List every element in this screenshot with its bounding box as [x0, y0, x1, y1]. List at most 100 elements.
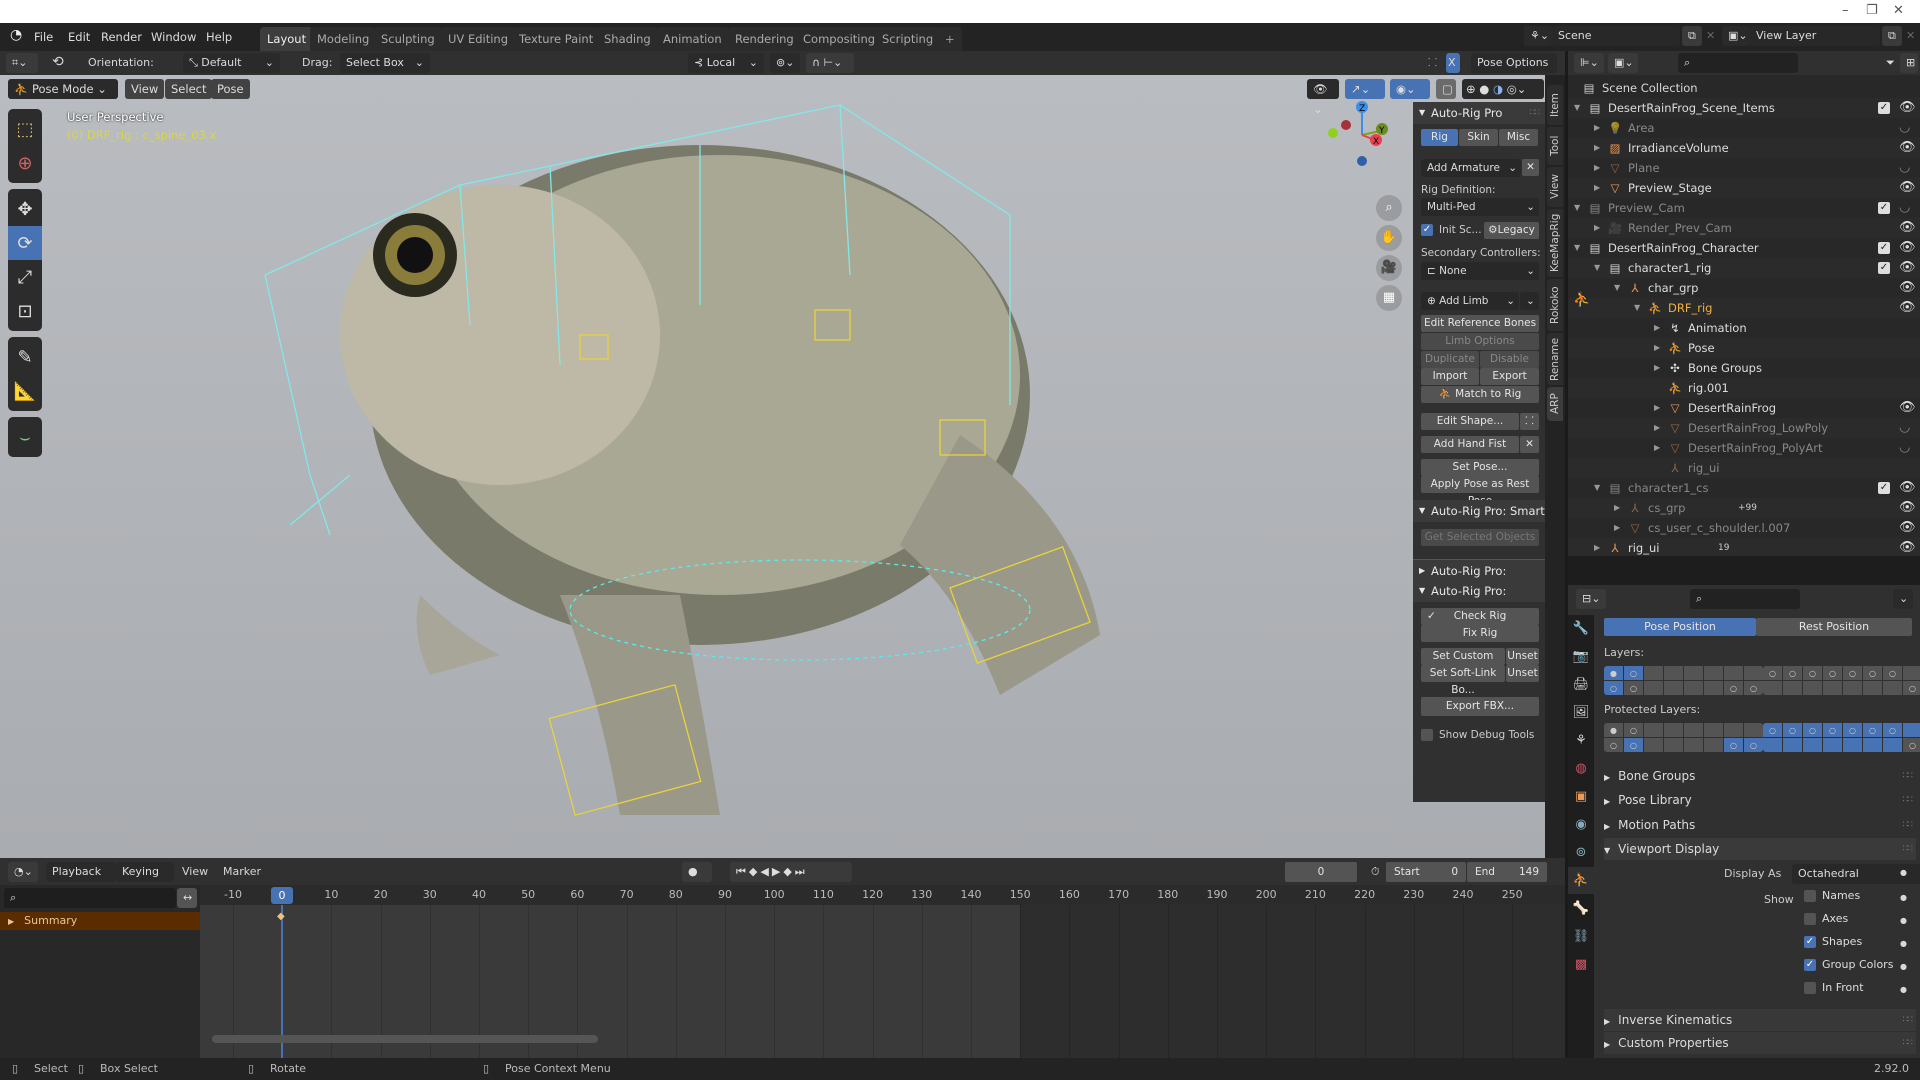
- camera-view-icon[interactable]: 🎥: [1376, 255, 1402, 281]
- expand-arrow-icon[interactable]: ▶: [1594, 138, 1600, 158]
- exclude-checkbox[interactable]: ✓: [1878, 102, 1890, 114]
- remove-hand-fist-icon[interactable]: ✕: [1520, 436, 1539, 453]
- check-rig-button[interactable]: ✓ Check Rig: [1421, 608, 1539, 625]
- summary-channel[interactable]: ▶ Summary: [0, 912, 200, 930]
- layer-toggle[interactable]: [1763, 681, 1782, 695]
- menu-help[interactable]: Help: [206, 30, 232, 44]
- collapse-arrow-icon[interactable]: ▼: [1594, 258, 1600, 278]
- outliner-row[interactable]: ▶ ⛹ Pose: [1568, 338, 1920, 358]
- expand-arrow-icon[interactable]: ▶: [1654, 338, 1660, 358]
- keyframe-dot-icon[interactable]: ●: [1900, 868, 1907, 877]
- maximize-button[interactable]: ❐: [1866, 3, 1878, 18]
- outliner-row[interactable]: ▶ ✣ Bone Groups: [1568, 358, 1920, 378]
- side-tab-arp[interactable]: ARP: [1547, 387, 1563, 421]
- collapse-arrow-icon[interactable]: ▼: [1574, 198, 1580, 218]
- exclude-checkbox[interactable]: ✓: [1878, 482, 1890, 494]
- layer-toggle[interactable]: [1744, 723, 1763, 737]
- outliner-row[interactable]: ▶ ⅄ rig_ui 19 👁: [1568, 538, 1920, 558]
- properties-editor-type-icon[interactable]: ⊟⌄: [1576, 589, 1606, 609]
- pivot-dropdown[interactable]: ⊰ Local ⌄: [688, 53, 764, 73]
- x-mirror-toggle[interactable]: X: [1446, 53, 1460, 73]
- layer-toggle[interactable]: [1883, 738, 1902, 752]
- layer-toggle[interactable]: ○: [1823, 666, 1842, 680]
- layer-toggle[interactable]: [1704, 681, 1723, 695]
- eye-icon[interactable]: 👁: [1899, 518, 1916, 538]
- properties-search-input[interactable]: ⌕: [1690, 589, 1800, 609]
- layer-toggle[interactable]: ○: [1803, 723, 1822, 737]
- outliner-row[interactable]: ▼ ▤ DesertRainFrog_Scene_Items ✓ 👁: [1568, 98, 1920, 118]
- layer-toggle[interactable]: [1903, 723, 1920, 737]
- layer-toggle[interactable]: [1704, 738, 1723, 752]
- layer-toggle[interactable]: ○: [1604, 738, 1623, 752]
- section-inverse-kinematics[interactable]: ▶ Inverse Kinematics ∷∷: [1604, 1009, 1916, 1031]
- match-to-rig-button[interactable]: ⛹ Match to Rig: [1421, 386, 1539, 403]
- layer-toggle[interactable]: [1644, 738, 1663, 752]
- show-option-checkbox[interactable]: Axes: [1804, 912, 1848, 925]
- eye-icon[interactable]: 👁: [1899, 258, 1916, 278]
- scene-selector-icon[interactable]: ⚘⌄: [1524, 26, 1552, 46]
- drag-grip-icon[interactable]: ∷∷: [1903, 1009, 1914, 1031]
- keyframe-diamond-icon[interactable]: ◆: [277, 911, 285, 922]
- drag-grip-icon[interactable]: ∷∷: [1903, 789, 1914, 811]
- delete-view-layer-icon[interactable]: ✕: [1906, 29, 1915, 42]
- tab-modeling[interactable]: Modeling: [310, 27, 377, 51]
- eye-closed-icon[interactable]: ◡: [1899, 158, 1910, 178]
- show-debug-tools-checkbox[interactable]: Show Debug Tools: [1421, 729, 1534, 741]
- armature-data-properties-icon[interactable]: ⛹: [1568, 867, 1594, 894]
- transform-pivot-icon[interactable]: ⟲: [52, 54, 64, 70]
- layer-toggle[interactable]: ○: [1724, 738, 1743, 752]
- layer-toggle[interactable]: ○: [1763, 723, 1782, 737]
- side-tab-rokoko[interactable]: Rokoko: [1547, 279, 1563, 331]
- frog-model[interactable]: [0, 75, 1545, 858]
- eye-icon[interactable]: 👁: [1899, 278, 1916, 298]
- layer-toggle[interactable]: [1783, 738, 1802, 752]
- tab-layout[interactable]: Layout: [260, 27, 314, 51]
- expand-arrow-icon[interactable]: ▶: [1594, 218, 1600, 238]
- playback-menu[interactable]: Playback ⌄: [46, 862, 116, 898]
- side-tab-rename[interactable]: Rename: [1547, 333, 1563, 385]
- show-option-checkbox[interactable]: Names: [1804, 889, 1860, 902]
- add-hand-fist-button[interactable]: Add Hand Fist: [1421, 436, 1519, 453]
- menu-edit[interactable]: Edit: [68, 30, 90, 44]
- disable-button[interactable]: Disable: [1480, 351, 1539, 368]
- eye-closed-icon[interactable]: ◡: [1899, 438, 1910, 458]
- expand-arrow-icon[interactable]: ▶: [1594, 538, 1600, 558]
- layer-toggle[interactable]: ○: [1624, 681, 1643, 695]
- world-properties-icon[interactable]: ◍: [1568, 755, 1594, 782]
- outliner-row[interactable]: ▶ ▽ Preview_Stage 👁: [1568, 178, 1920, 198]
- play-icon[interactable]: ▶: [772, 865, 783, 878]
- show-option-checkbox[interactable]: ✓ Shapes: [1804, 935, 1862, 948]
- section-pose-library[interactable]: ▶ Pose Library ∷∷: [1604, 789, 1916, 811]
- eye-icon[interactable]: 👁: [1899, 538, 1916, 558]
- layer-toggle[interactable]: ○: [1624, 738, 1643, 752]
- delete-scene-icon[interactable]: ✕: [1706, 29, 1715, 42]
- secondary-controllers-dropdown[interactable]: ⊏ None ⌄: [1421, 262, 1539, 280]
- keyframe-dot-icon[interactable]: ●: [1900, 939, 1907, 948]
- layer-toggle[interactable]: [1644, 666, 1663, 680]
- view-layer-field[interactable]: View Layer: [1750, 26, 1880, 46]
- outliner-row[interactable]: ▼ ▤ DesertRainFrog_Character ✓ 👁: [1568, 238, 1920, 258]
- layer-toggle[interactable]: ○: [1863, 723, 1882, 737]
- pose-options-dropdown[interactable]: Pose Options ⌄: [1471, 53, 1557, 89]
- layer-toggle[interactable]: ○: [1883, 666, 1902, 680]
- layer-toggle[interactable]: [1644, 681, 1663, 695]
- layer-toggle[interactable]: [1843, 738, 1862, 752]
- layer-toggle[interactable]: ○: [1843, 666, 1862, 680]
- properties-options-icon[interactable]: ⌄: [1893, 589, 1913, 609]
- menu-render[interactable]: Render: [101, 30, 142, 44]
- outliner-editor-type-icon[interactable]: ⊫⌄: [1574, 53, 1604, 73]
- stopwatch-icon[interactable]: ⏱: [1365, 862, 1385, 882]
- new-collection-icon[interactable]: ⊞: [1900, 53, 1918, 73]
- exclude-checkbox[interactable]: ✓: [1878, 242, 1890, 254]
- outliner-row[interactable]: ▼ ▤ Preview_Cam ✓ ◡: [1568, 198, 1920, 218]
- layer-toggle[interactable]: [1664, 738, 1683, 752]
- timeline-editor-type-icon[interactable]: ◔⌄: [8, 862, 38, 882]
- section-viewport-display[interactable]: ▼ Viewport Display ∷∷: [1604, 838, 1916, 860]
- arp-smart-header[interactable]: ▼ Auto-Rig Pro: Smart: [1413, 500, 1545, 522]
- add-limb-more-icon[interactable]: ⌄: [1520, 292, 1539, 310]
- collapse-arrow-icon[interactable]: ▼: [1634, 298, 1640, 318]
- layer-toggle[interactable]: [1724, 666, 1743, 680]
- layer-toggle[interactable]: [1823, 738, 1842, 752]
- layer-toggle[interactable]: ○: [1863, 666, 1882, 680]
- layer-toggle[interactable]: ○: [1744, 738, 1763, 752]
